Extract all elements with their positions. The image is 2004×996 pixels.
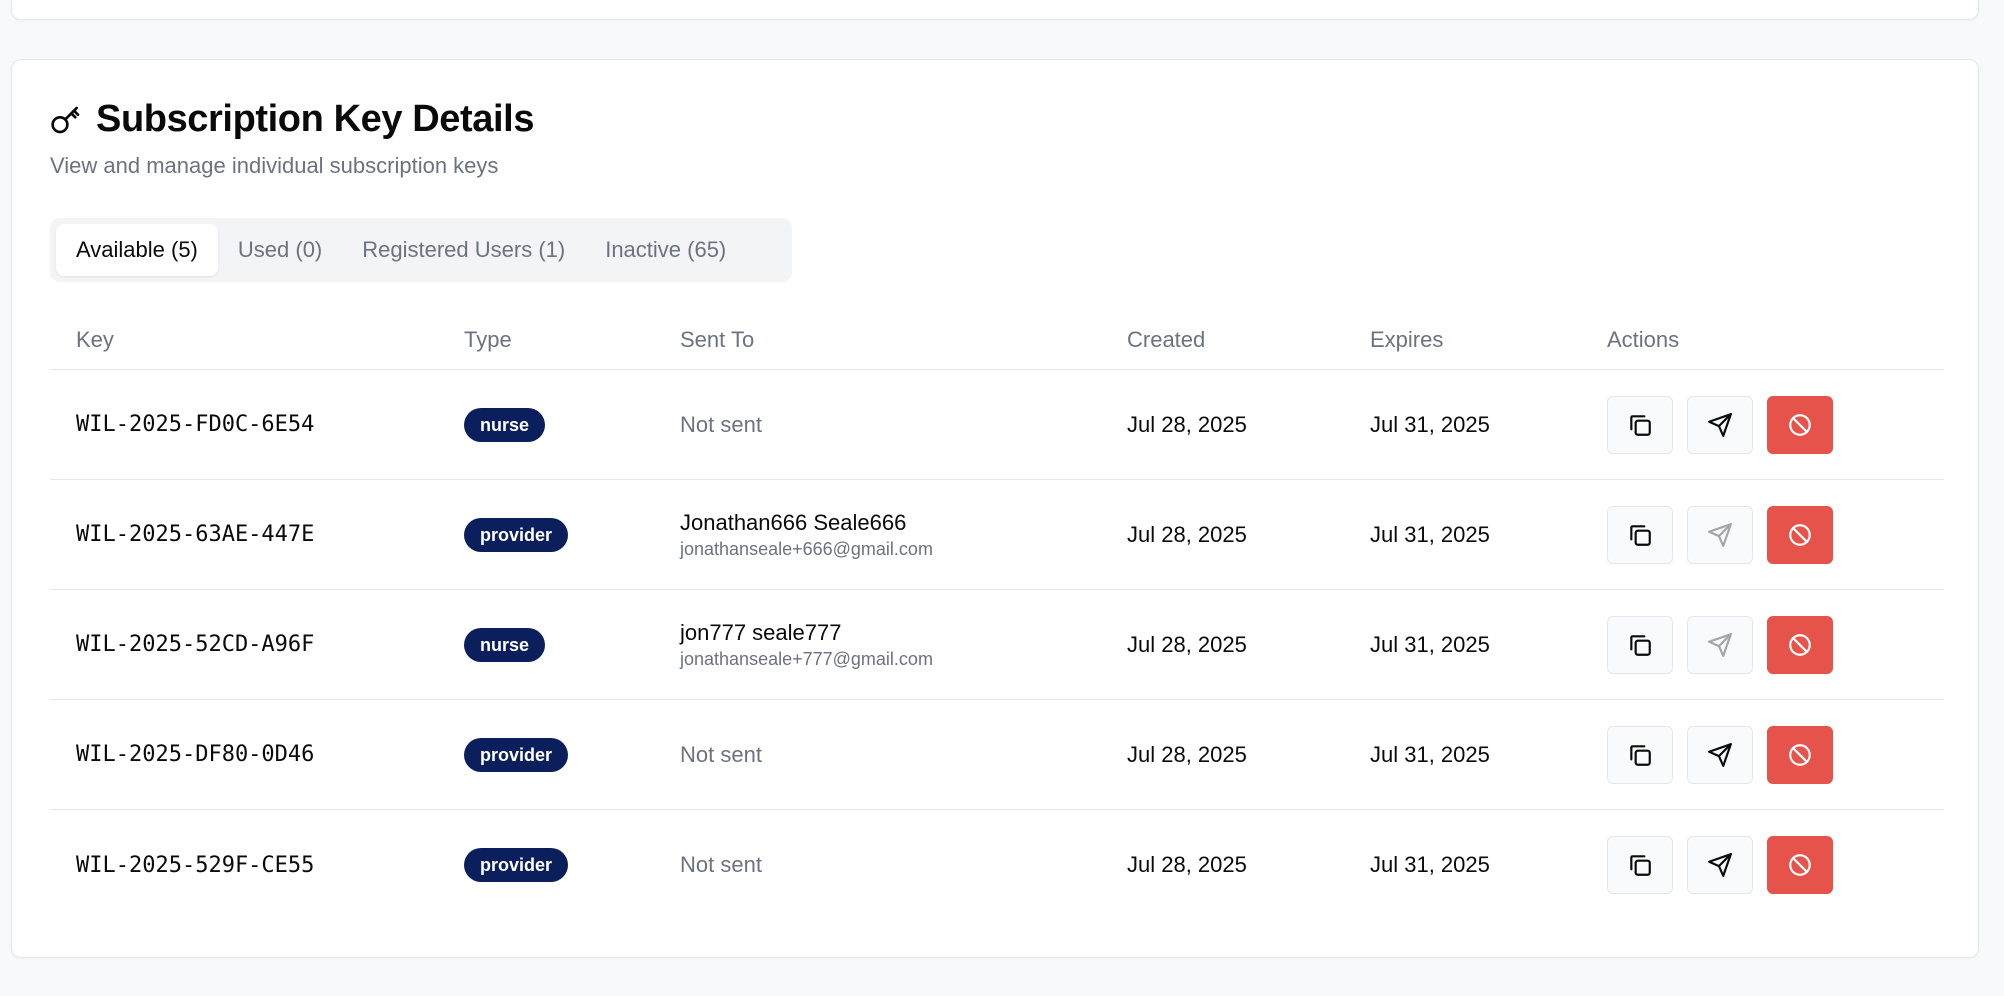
type-cell: nurse bbox=[464, 627, 664, 662]
tab-inactive[interactable]: Inactive (65) bbox=[585, 224, 746, 276]
recipient-name: Jonathan666 Seale666 bbox=[680, 509, 907, 535]
sent-to-cell: jon777 seale777 jonathanseale+777@gmail.… bbox=[680, 619, 1100, 671]
key-value: WIL-2025-FD0C-6E54 bbox=[76, 412, 315, 437]
tab-used[interactable]: Used (0) bbox=[218, 224, 342, 276]
copy-icon bbox=[1627, 412, 1653, 438]
tab-list: Available (5) Used (0) Registered Users … bbox=[50, 218, 792, 282]
sent-to-cell: Jonathan666 Seale666 jonathanseale+666@g… bbox=[680, 509, 1100, 561]
card-header: Subscription Key Details View and manage… bbox=[50, 98, 534, 179]
sent-to-cell: Not sent bbox=[680, 852, 1100, 878]
column-header-actions: Actions bbox=[1607, 326, 1680, 352]
key-value: WIL-2025-DF80-0D46 bbox=[76, 742, 315, 767]
recipient-email: jonathanseale+777@gmail.com bbox=[680, 648, 933, 669]
table-row: WIL-2025-FD0C-6E54 nurse Not sent Jul 28… bbox=[50, 370, 1944, 480]
row-actions bbox=[1607, 395, 1907, 454]
key-value: WIL-2025-52CD-A96F bbox=[76, 632, 315, 657]
ban-icon bbox=[1787, 632, 1813, 658]
title-row: Subscription Key Details bbox=[50, 98, 534, 141]
expires-date: Jul 31, 2025 bbox=[1370, 521, 1490, 547]
revoke-key-button[interactable] bbox=[1767, 505, 1833, 564]
type-cell: nurse bbox=[464, 407, 664, 442]
send-key-button[interactable] bbox=[1687, 395, 1753, 454]
type-badge: nurse bbox=[464, 627, 546, 662]
table-row: WIL-2025-DF80-0D46 provider Not sent Jul… bbox=[50, 700, 1944, 810]
recipient-name: jon777 seale777 bbox=[680, 619, 842, 645]
copy-key-button[interactable] bbox=[1607, 505, 1673, 564]
expires-date: Jul 31, 2025 bbox=[1370, 411, 1490, 437]
tab-registered-users[interactable]: Registered Users (1) bbox=[342, 224, 585, 276]
type-badge: provider bbox=[464, 737, 569, 772]
revoke-key-button[interactable] bbox=[1767, 615, 1833, 674]
expires-date: Jul 31, 2025 bbox=[1370, 852, 1490, 877]
copy-key-button[interactable] bbox=[1607, 725, 1673, 784]
ban-icon bbox=[1787, 742, 1813, 768]
key-value: WIL-2025-63AE-447E bbox=[76, 522, 315, 547]
send-key-button[interactable] bbox=[1687, 505, 1753, 564]
send-icon bbox=[1707, 632, 1733, 658]
column-header-created: Created bbox=[1127, 326, 1206, 352]
ban-icon bbox=[1787, 522, 1813, 548]
table-header: Key Type Sent To Created Expires Actions bbox=[50, 310, 1944, 370]
row-actions bbox=[1607, 725, 1907, 784]
type-badge: provider bbox=[464, 517, 569, 552]
send-key-button[interactable] bbox=[1687, 615, 1753, 674]
sent-to-cell: Not sent bbox=[680, 742, 1100, 768]
type-cell: provider bbox=[464, 737, 664, 772]
revoke-key-button[interactable] bbox=[1767, 725, 1833, 784]
row-actions bbox=[1607, 836, 1907, 894]
table-body: WIL-2025-FD0C-6E54 nurse Not sent Jul 28… bbox=[50, 370, 1944, 920]
subscription-key-details-card: Subscription Key Details View and manage… bbox=[11, 59, 1979, 958]
created-date: Jul 28, 2025 bbox=[1127, 411, 1247, 437]
send-icon bbox=[1707, 412, 1733, 438]
column-header-expires: Expires bbox=[1370, 326, 1444, 352]
ban-icon bbox=[1787, 852, 1813, 878]
page-title: Subscription Key Details bbox=[96, 98, 535, 140]
copy-icon bbox=[1627, 632, 1653, 658]
expires-date: Jul 31, 2025 bbox=[1370, 741, 1490, 767]
created-date: Jul 28, 2025 bbox=[1127, 741, 1247, 767]
column-header-type: Type bbox=[464, 326, 512, 352]
type-badge: provider bbox=[464, 848, 569, 882]
created-date: Jul 28, 2025 bbox=[1127, 521, 1247, 547]
created-date: Jul 28, 2025 bbox=[1127, 631, 1247, 657]
revoke-key-button[interactable] bbox=[1767, 836, 1833, 894]
created-date: Jul 28, 2025 bbox=[1127, 852, 1247, 877]
copy-key-button[interactable] bbox=[1607, 615, 1673, 674]
expires-date: Jul 31, 2025 bbox=[1370, 631, 1490, 657]
type-cell: provider bbox=[464, 517, 664, 552]
not-sent-text: Not sent bbox=[680, 741, 762, 767]
page-subtitle: View and manage individual subscription … bbox=[50, 153, 499, 178]
send-icon bbox=[1707, 742, 1733, 768]
copy-icon bbox=[1627, 522, 1653, 548]
column-header-key: Key bbox=[76, 326, 114, 352]
send-key-button[interactable] bbox=[1687, 836, 1753, 894]
send-icon bbox=[1707, 852, 1733, 878]
row-actions bbox=[1607, 615, 1907, 674]
copy-key-button[interactable] bbox=[1607, 395, 1673, 454]
ban-icon bbox=[1787, 412, 1813, 438]
not-sent-text: Not sent bbox=[680, 411, 762, 437]
type-badge: nurse bbox=[464, 407, 546, 442]
recipient-email: jonathanseale+666@gmail.com bbox=[680, 538, 933, 559]
row-actions bbox=[1607, 505, 1907, 564]
key-value: WIL-2025-529F-CE55 bbox=[76, 852, 315, 878]
send-key-button[interactable] bbox=[1687, 725, 1753, 784]
revoke-key-button[interactable] bbox=[1767, 395, 1833, 454]
copy-icon bbox=[1627, 742, 1653, 768]
not-sent-text: Not sent bbox=[680, 852, 762, 877]
table-row: WIL-2025-529F-CE55 provider Not sent Jul… bbox=[50, 810, 1944, 920]
table-row: WIL-2025-63AE-447E provider Jonathan666 … bbox=[50, 480, 1944, 590]
tab-available[interactable]: Available (5) bbox=[56, 224, 218, 276]
previous-card bbox=[11, 0, 1979, 20]
table-row: WIL-2025-52CD-A96F nurse jon777 seale777… bbox=[50, 590, 1944, 700]
keys-table: Key Type Sent To Created Expires Actions… bbox=[50, 310, 1944, 920]
copy-icon bbox=[1627, 852, 1653, 878]
key-icon bbox=[50, 104, 82, 136]
copy-key-button[interactable] bbox=[1607, 836, 1673, 894]
type-cell: provider bbox=[464, 848, 664, 882]
send-icon bbox=[1707, 522, 1733, 548]
sent-to-cell: Not sent bbox=[680, 412, 1100, 438]
column-header-sent-to: Sent To bbox=[680, 326, 755, 352]
